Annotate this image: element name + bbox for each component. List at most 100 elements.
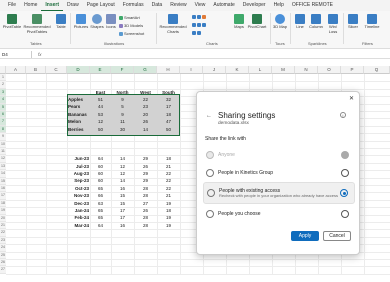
screenshot-button[interactable]: Screenshot: [119, 31, 144, 36]
column-header[interactable]: H: [157, 66, 180, 74]
table-cell[interactable]: 16: [112, 222, 133, 230]
table-cell[interactable]: 14: [135, 126, 156, 134]
option-radio-people-you-choose[interactable]: [341, 210, 349, 218]
row-header[interactable]: 23: [0, 236, 6, 245]
option-people-you-choose[interactable]: People you choose: [203, 205, 355, 223]
column-header[interactable]: O: [318, 66, 341, 74]
row-header[interactable]: 8: [0, 125, 6, 134]
table-button[interactable]: Table: [54, 14, 68, 30]
menu-item-formulas[interactable]: Formulas: [119, 0, 148, 11]
column-header[interactable]: M: [272, 66, 295, 74]
menu-item-view[interactable]: View: [191, 0, 210, 11]
row-header[interactable]: 7: [0, 118, 6, 126]
menu-item-draw[interactable]: Draw: [63, 0, 83, 11]
row-header[interactable]: 15: [0, 177, 6, 185]
column-header[interactable]: K: [226, 66, 249, 74]
option-radio-anyone[interactable]: [341, 151, 349, 159]
back-arrow-icon[interactable]: ←: [206, 113, 212, 119]
table-cell[interactable]: 30: [112, 126, 133, 134]
table-cell[interactable]: 64: [91, 222, 110, 230]
table-cell[interactable]: 50: [158, 126, 179, 134]
sparkline-column-button[interactable]: Column: [308, 14, 324, 30]
pivottable-button[interactable]: PivotTable: [2, 14, 22, 30]
menu-item-file[interactable]: File: [4, 0, 20, 11]
row-header[interactable]: 27: [0, 266, 6, 274]
menu-item-insert[interactable]: Insert: [41, 0, 64, 11]
row-header[interactable]: 6: [0, 111, 6, 119]
column-header[interactable]: L: [249, 66, 272, 74]
slicer-button[interactable]: Slicer: [346, 14, 360, 30]
apply-button[interactable]: Apply: [291, 231, 319, 241]
row-header[interactable]: 12: [0, 155, 6, 163]
option-existing-access[interactable]: People with existing access Recheck with…: [203, 182, 355, 204]
table-cell[interactable]: Mar-24: [68, 222, 89, 230]
menu-item-review[interactable]: Review: [166, 0, 190, 11]
column-header[interactable]: J: [203, 66, 226, 74]
option-radio-people-in-org[interactable]: [341, 169, 349, 177]
row-header[interactable]: 5: [0, 103, 6, 111]
row-header[interactable]: 25: [0, 251, 6, 259]
timeline-button[interactable]: Timeline: [362, 14, 382, 30]
menu-item-data[interactable]: Data: [148, 0, 167, 11]
column-header[interactable]: D: [67, 66, 90, 74]
row-header[interactable]: 20: [0, 214, 6, 222]
3d-map-button[interactable]: 3D Map: [273, 14, 287, 30]
option-anyone[interactable]: Anyone: [203, 146, 355, 164]
row-header[interactable]: 11: [0, 148, 6, 156]
menu-item-help[interactable]: Help: [270, 0, 288, 11]
column-header[interactable]: N: [295, 66, 318, 74]
column-header[interactable]: I: [180, 66, 203, 74]
row-header[interactable]: 22: [0, 229, 6, 237]
recommended-pivottables-button[interactable]: Recommended PivotTables: [23, 14, 51, 34]
table-cell[interactable]: Berries: [68, 126, 89, 134]
row-header[interactable]: 18: [0, 199, 6, 208]
3d-models-button[interactable]: 3D Models: [119, 23, 143, 28]
row-header[interactable]: 21: [0, 222, 6, 230]
row-header[interactable]: 10: [0, 140, 6, 148]
row-header[interactable]: 13: [0, 162, 6, 171]
column-header[interactable]: Q: [364, 66, 390, 74]
table-cell[interactable]: 28: [135, 222, 156, 230]
row-header[interactable]: 3: [0, 88, 6, 97]
menu-item-home[interactable]: Home: [20, 0, 41, 11]
sparkline-line-button[interactable]: Line: [293, 14, 307, 30]
option-radio-existing-access[interactable]: [340, 189, 348, 197]
row-header[interactable]: 2: [0, 81, 6, 89]
bar-chart-button[interactable]: [192, 23, 206, 27]
table-cell[interactable]: 50: [91, 126, 110, 134]
pivotchart-button[interactable]: PivotChart: [246, 14, 268, 30]
row-header[interactable]: 26: [0, 259, 6, 267]
smartart-button[interactable]: SmartArt: [119, 15, 140, 20]
select-all-corner[interactable]: [0, 66, 6, 74]
column-header[interactable]: B: [26, 66, 46, 74]
table-cell[interactable]: 19: [158, 222, 179, 230]
row-header[interactable]: 14: [0, 170, 6, 178]
info-icon[interactable]: i: [340, 112, 346, 118]
cancel-button[interactable]: Cancel: [323, 231, 351, 241]
name-box[interactable]: D4: [0, 50, 32, 58]
column-header[interactable]: E: [90, 66, 111, 74]
other-charts-button[interactable]: [192, 31, 201, 35]
row-header[interactable]: 16: [0, 185, 6, 193]
column-header[interactable]: C: [46, 66, 67, 74]
row-header[interactable]: 9: [0, 133, 6, 141]
column-header[interactable]: P: [341, 66, 364, 74]
row-header[interactable]: 24: [0, 244, 6, 252]
menu-item-page-layout[interactable]: Page Layout: [83, 0, 119, 11]
icons-button[interactable]: Icons: [105, 14, 117, 30]
close-icon[interactable]: ✕: [349, 95, 354, 102]
column-chart-button[interactable]: [192, 15, 206, 19]
maps-button[interactable]: Maps: [232, 14, 246, 30]
menu-item-developer[interactable]: Developer: [239, 0, 270, 11]
shapes-button[interactable]: Shapes: [89, 14, 105, 30]
row-header[interactable]: 17: [0, 192, 6, 200]
column-header[interactable]: G: [134, 66, 157, 74]
column-header[interactable]: F: [111, 66, 134, 74]
row-header[interactable]: 1: [0, 74, 6, 82]
row-header[interactable]: 19: [0, 207, 6, 215]
pictures-button[interactable]: Pictures: [73, 14, 89, 30]
option-people-in-org[interactable]: People in Kinetics Group: [203, 164, 355, 182]
menu-item-office-remote[interactable]: OFFICE REMOTE: [288, 0, 337, 11]
sparkline-winloss-button[interactable]: Win/ Loss: [325, 14, 341, 34]
column-header[interactable]: A: [6, 66, 26, 74]
